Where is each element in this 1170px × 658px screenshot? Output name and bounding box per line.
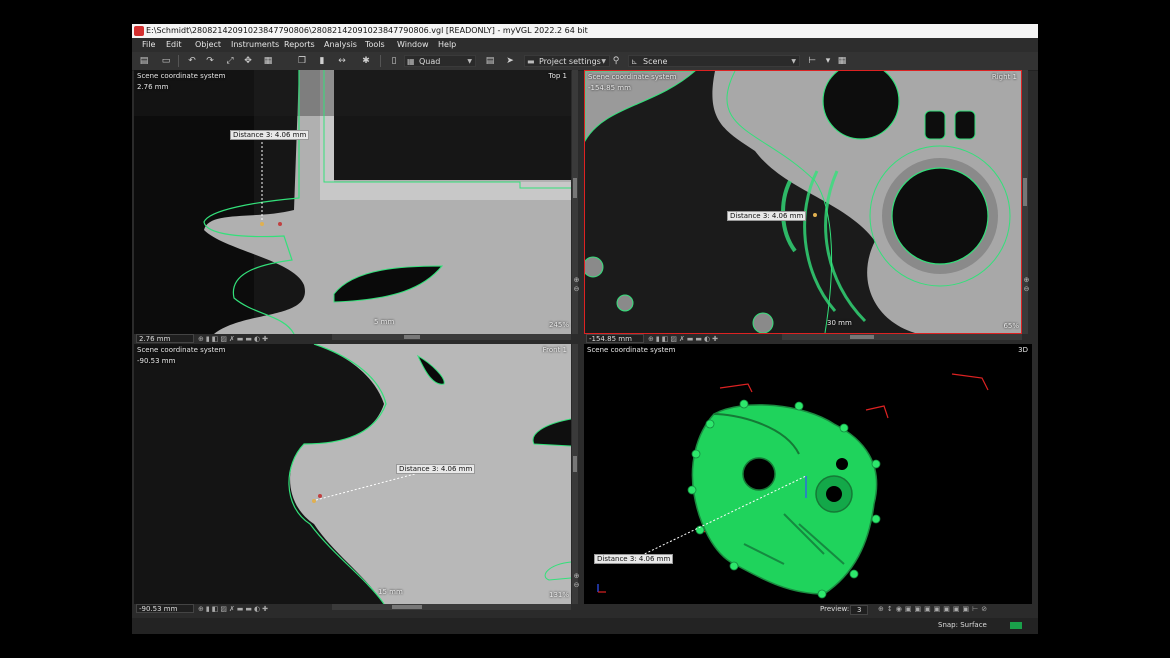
project-settings-value: Project settings [539,57,601,66]
measure-distance-icon[interactable]: ↔ [336,55,348,67]
viewport-top[interactable]: Scene coordinate system Top 1 2.76 mm Di… [134,70,571,334]
viewport-name: Front 1 [542,346,567,354]
menu-file[interactable]: File [142,40,155,49]
viewport-3d[interactable]: Scene coordinate system 3D Distance 3: 4… [584,344,1032,604]
title-bar: E:\Schmidt\28082142091023847790806\28082… [132,24,1038,38]
view-tools-icon[interactable]: ⊕▮◧▨✗▬▬◐✚ [198,605,270,613]
preview-value[interactable]: 3 [850,605,869,615]
pin-icon[interactable]: ⚲ [610,55,622,67]
slice-position: -90.53 mm [137,357,176,365]
menu-object[interactable]: Object [195,40,221,49]
project-settings-combo[interactable]: ▬ Project settings ▼ [524,55,610,67]
select-tool-icon[interactable]: ⤢ [224,55,236,67]
chevron-down-icon: ▼ [601,58,606,65]
distance-annotation[interactable]: Distance 3: 4.06 mm [396,464,476,474]
table-icon[interactable]: ▤ [484,55,496,67]
preview-bar: Preview: 3 ⊕↕◉▣▣▣▣▣▣▣⊢⊘ [584,604,1032,616]
toolbar-divider [380,55,381,67]
menu-edit[interactable]: Edit [166,40,182,49]
toolbar: ▤ ▭ ↶ ↷ ⤢ ✥ ▦ ❐ ▮ ↔ ✱ ▯ ▦ Quad ▼ ▤ ➤ ▬ P… [132,52,1038,71]
move-tool-icon[interactable]: ✥ [242,55,254,67]
status-indicator [1010,622,1022,629]
menu-tools[interactable]: Tools [365,40,385,49]
vertical-scrollbar[interactable] [572,70,578,334]
zoom-level: 245% [548,321,569,329]
viewport-name: Right 1 [991,73,1017,81]
scale-bar-label: 5 mm [374,318,395,326]
zoom-icon[interactable]: ⊕ ⊖ [572,572,581,590]
coordinate-field[interactable]: -154.85 mm [586,334,644,343]
distance-annotation[interactable]: Distance 3: 4.06 mm [230,130,310,140]
app-logo-icon [134,26,144,36]
zoom-level: 131% [548,591,569,599]
viewport-front[interactable]: Scene coordinate system Front 1 -90.53 m… [134,344,571,604]
copy-icon[interactable]: ❐ [296,55,308,67]
new-file-icon[interactable]: ▤ [138,55,150,67]
coordinate-system-label: Scene coordinate system [588,73,677,81]
open-folder-icon[interactable]: ▭ [160,55,172,67]
coordinate-system-label: Scene coordinate system [137,346,226,354]
preview-label: Preview: [820,605,850,613]
chevron-down-icon: ▼ [791,58,796,65]
menu-instruments[interactable]: Instruments [231,40,279,49]
horizontal-scrollbar[interactable] [332,334,571,340]
scale-bar-label: 15 mm [378,588,403,596]
menu-reports[interactable]: Reports [284,40,315,49]
zoom-level: 65% [1003,322,1019,330]
status-bar: Snap: Surface [132,618,1038,634]
scene-combo[interactable]: ⊾ Scene ▼ [628,55,800,67]
coordinate-system-label: Scene coordinate system [587,346,676,354]
grid-layout-icon: ▦ [407,57,415,66]
coordinate-field[interactable]: -90.53 mm [136,604,194,613]
snap-mode[interactable]: Snap: Surface [938,621,987,629]
coordinate-field[interactable]: 2.76 mm [136,334,194,343]
ct-slice-right [585,71,1021,333]
chevron-down-icon: ▼ [467,58,472,65]
distance-annotation[interactable]: Distance 3: 4.06 mm [594,554,674,564]
align-icon[interactable]: ⊢ [806,55,818,67]
view-tools-icon[interactable]: ⊕▮◧▨✗▬▬◐✚ [648,335,720,343]
vertical-scrollbar[interactable] [1022,70,1028,334]
grid-view-icon[interactable]: ▦ [836,55,848,67]
menu-help[interactable]: Help [438,40,456,49]
undo-icon[interactable]: ↶ [186,55,198,67]
zoom-icon[interactable]: ⊕ ⊖ [572,276,581,294]
layout-combo[interactable]: ▦ Quad ▼ [404,55,476,67]
viewport-name: 3D [1018,346,1028,354]
view-tools-icon[interactable]: ⊕▮◧▨✗▬▬◐✚ [198,335,270,343]
render-mode-icon[interactable]: ▦ [262,55,274,67]
chevron-down-icon[interactable]: ▾ [822,55,834,67]
viewport-right[interactable]: Scene coordinate system Right 1 -154.85 … [584,70,1022,334]
viewport-name: Top 1 [548,72,568,80]
toolbar-divider [178,55,179,67]
slice-position: -154.85 mm [588,84,631,92]
3d-scene [584,344,1032,604]
cursor-icon[interactable]: ➤ [504,55,516,67]
light-icon[interactable]: ✱ [360,55,372,67]
window-title: E:\Schmidt\28082142091023847790806\28082… [146,26,588,35]
distance-annotation[interactable]: Distance 3: 4.06 mm [727,211,807,221]
scale-bar-label: 30 mm [827,319,852,327]
settings-icon: ▬ [527,57,535,66]
app-window: E:\Schmidt\28082142091023847790806\28082… [132,24,1038,634]
scene-axes-icon: ⊾ [631,57,638,66]
annotation-icon[interactable]: ▮ [316,55,328,67]
redo-icon[interactable]: ↷ [204,55,216,67]
layout-combo-value: Quad [419,57,441,66]
ct-slice-front [134,344,571,604]
horizontal-scrollbar[interactable] [782,334,1022,340]
slice-position: 2.76 mm [137,83,169,91]
horizontal-scrollbar[interactable] [332,604,571,610]
menu-bar: File Edit Object Instruments Reports Ana… [132,38,1038,52]
coordinate-system-label: Scene coordinate system [137,72,226,80]
menu-analysis[interactable]: Analysis [324,40,357,49]
menu-window[interactable]: Window [397,40,429,49]
zoom-icon[interactable]: ⊕ ⊖ [1022,276,1031,294]
vertical-scrollbar[interactable] [572,344,578,604]
scene-combo-value: Scene [643,57,668,66]
render-quality-icons[interactable]: ⊕↕◉▣▣▣▣▣▣▣⊢⊘ [878,605,990,613]
ct-slice-top [134,70,571,334]
lock-icon[interactable]: ▯ [388,55,400,67]
